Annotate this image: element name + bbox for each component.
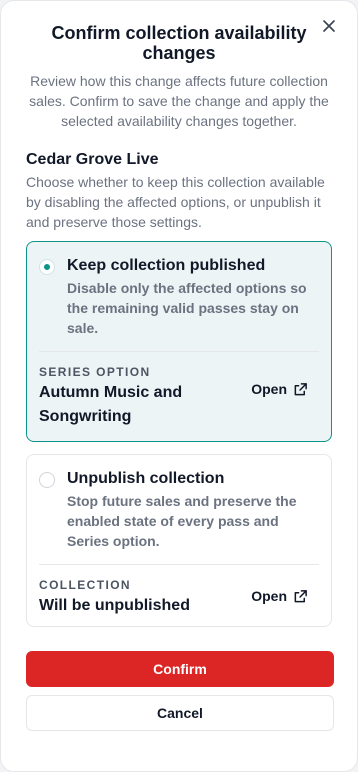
option-title: Keep collection published: [67, 257, 266, 274]
external-link-icon: [294, 382, 307, 395]
option-footer: COLLECTION Will be unpublished Open: [39, 564, 319, 626]
external-link-icon: [294, 589, 307, 602]
option-keep-published[interactable]: Keep collection published Disable only t…: [26, 241, 332, 442]
cancel-button[interactable]: Cancel: [26, 695, 334, 731]
radio-selected-dot: [44, 264, 50, 270]
collection-name: Cedar Grove Live: [26, 151, 159, 168]
radio-unpublish[interactable]: [39, 472, 55, 488]
close-icon: [323, 20, 335, 32]
collection-description: Choose whether to keep this collection a…: [26, 174, 325, 230]
footer-value: Autumn Music and Songwriting: [39, 384, 183, 425]
open-link-label: Open: [251, 588, 287, 604]
footer-label: COLLECTION: [39, 578, 131, 592]
open-collection-link[interactable]: Open: [251, 588, 308, 604]
option-unpublish[interactable]: Unpublish collection Stop future sales a…: [26, 454, 332, 627]
radio-keep-published[interactable]: [39, 259, 55, 275]
footer-value: Will be unpublished: [39, 597, 190, 614]
open-link-label: Open: [251, 381, 287, 397]
confirm-button[interactable]: Confirm: [26, 651, 334, 687]
option-title: Unpublish collection: [67, 470, 225, 487]
option-description: Stop future sales and preserve the enabl…: [67, 493, 297, 549]
dialog-title: Confirm collection availability changes: [51, 23, 307, 63]
close-button[interactable]: [318, 15, 340, 37]
dialog-intro: Review how this change affects future co…: [29, 73, 329, 129]
footer-label: SERIES OPTION: [39, 365, 151, 379]
confirm-dialog: Confirm collection availability changes …: [0, 0, 358, 772]
option-description: Disable only the affected options so the…: [67, 280, 307, 336]
option-footer: SERIES OPTION Autumn Music and Songwriti…: [39, 351, 319, 441]
open-series-option-link[interactable]: Open: [251, 381, 308, 397]
